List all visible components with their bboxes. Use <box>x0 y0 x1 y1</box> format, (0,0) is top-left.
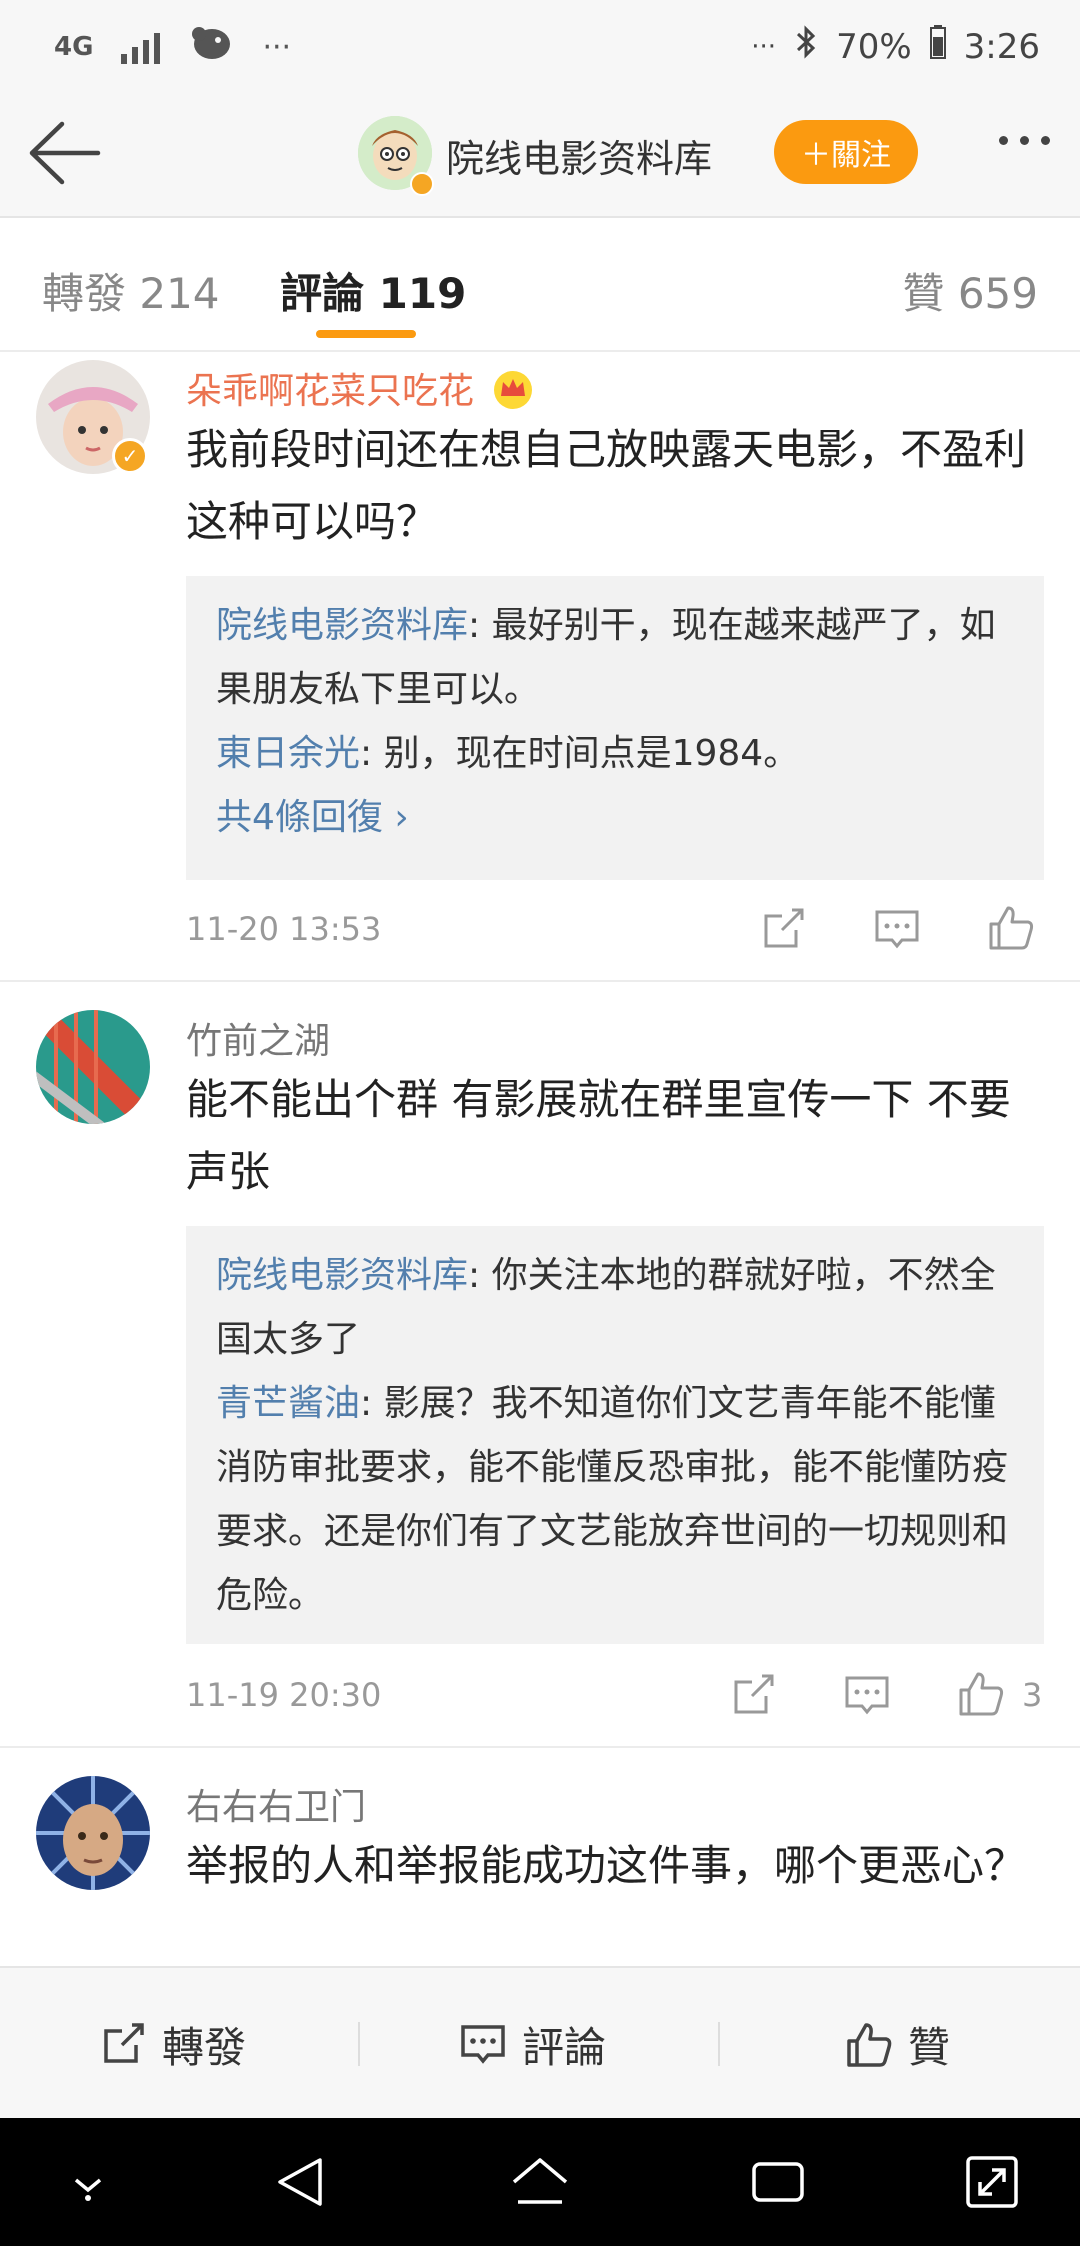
comment-button[interactable]: 評論 <box>458 2014 606 2074</box>
reply-username[interactable]: 院线电影资料库 <box>216 1255 468 1296</box>
thumbs-up-icon <box>989 906 1034 950</box>
comment-item: 右右右卫门 举报的人和举报能成功这件事，哪个更恶心？ <box>0 1748 1080 1966</box>
tab-reposts[interactable]: 轉發 214 <box>42 260 220 321</box>
app-notification-icon <box>188 24 234 70</box>
nav-home-button[interactable] <box>510 2152 570 2212</box>
reply-preview-box[interactable]: 院线电影资料库: 你关注本地的群就好啦，不然全国太多了 青芒酱油: 影展？我不知… <box>186 1226 1044 1644</box>
comment-icon <box>875 910 919 949</box>
back-arrow-icon <box>29 121 101 185</box>
reply-line: 院线电影资料库: 最好别干，现在越来越严了，如果朋友私下里可以。 <box>216 594 1014 722</box>
nav-recents-button[interactable] <box>748 2152 808 2212</box>
like-comment-button[interactable] <box>986 902 1036 952</box>
comment-icon <box>845 1676 889 1715</box>
verified-badge-icon: ✓ <box>112 438 148 474</box>
comment-username[interactable]: 右右右卫门 <box>186 1778 366 1830</box>
divider <box>358 2022 360 2066</box>
reply-username[interactable]: 院线电影资料库 <box>216 605 468 646</box>
battery-icon <box>929 25 946 68</box>
repost-comment-button[interactable] <box>758 904 808 954</box>
comment-username[interactable]: 朵乖啊花菜只吃花 <box>186 362 535 419</box>
tab-comments[interactable]: 評論 119 <box>280 260 466 321</box>
top-header: 院线电影资料库 ＋關注 <box>0 90 1080 218</box>
dot-icon <box>1020 136 1029 145</box>
dot-icon <box>999 136 1008 145</box>
expand-icon <box>966 2156 1018 2208</box>
divider <box>718 2022 720 2066</box>
user-avatar[interactable] <box>36 1010 150 1124</box>
clock: 3:26 <box>963 26 1040 67</box>
dot-icon <box>1041 136 1050 145</box>
tab-bar: 轉發 214 評論 119 贊 659 <box>0 218 1080 352</box>
reply-line: 青芒酱油: 影展？我不知道你们文艺青年能不能懂消防审批要求，能不能懂反恐审批，能… <box>216 1372 1014 1628</box>
chevron-down-icon <box>74 2178 102 2201</box>
thumbs-up-icon <box>959 1672 1004 1716</box>
comment-icon <box>461 2025 505 2064</box>
view-all-replies-link[interactable]: 共4條回復 › <box>216 786 1014 850</box>
home-icon <box>512 2158 568 2204</box>
reply-comment-button[interactable] <box>842 1670 892 1720</box>
comment-username[interactable]: 竹前之湖 <box>186 1012 330 1064</box>
like-comment-button[interactable] <box>956 1668 1006 1718</box>
comment-text: 能不能出个群 有影展就在群里宣传一下 不要声张 <box>186 1075 1011 1196</box>
reply-comment-button[interactable] <box>872 904 922 954</box>
more-notifications: ··· <box>262 29 292 65</box>
hide-nav-button[interactable] <box>58 2152 118 2212</box>
more-status: ··· <box>751 31 777 62</box>
back-button[interactable] <box>26 118 106 188</box>
reply-line: 東日余光: 别，现在时间点是1984。 <box>216 722 1014 786</box>
like-label: 贊 <box>908 2022 951 2072</box>
repost-button[interactable]: 轉發 <box>98 2014 246 2074</box>
status-bar: 4G ··· ··· 70% 3:26 <box>0 0 1080 90</box>
active-tab-indicator <box>316 330 416 338</box>
more-options-button[interactable] <box>999 136 1050 145</box>
signal-icon <box>121 30 161 64</box>
comment-item: ✓ 朵乖啊花菜只吃花 我前段时间还在想自己放映露天电影，不盈利这种可以吗？ 院线… <box>0 352 1080 982</box>
system-navigation-bar <box>0 2118 1080 2246</box>
reply-preview-box[interactable]: 院线电影资料库: 最好别干，现在越来越严了，如果朋友私下里可以。 東日余光: 别… <box>186 576 1044 880</box>
reply-username[interactable]: 東日余光 <box>216 733 360 774</box>
comment-username-text: 朵乖啊花菜只吃花 <box>186 371 475 412</box>
bottom-action-bar: 轉發 評論 贊 <box>0 1966 1080 2118</box>
comment-item: 竹前之湖 能不能出个群 有影展就在群里宣传一下 不要声张 院线电影资料库: 你关… <box>0 982 1080 1748</box>
reply-username[interactable]: 青芒酱油 <box>216 1383 360 1424</box>
account-title: 院线电影资料库 <box>446 137 713 181</box>
repost-label: 轉發 <box>162 2022 247 2072</box>
network-type: 4G <box>54 32 94 62</box>
back-triangle-icon <box>278 2158 322 2206</box>
nav-back-button[interactable] <box>272 2152 332 2212</box>
nav-expand-button[interactable] <box>962 2152 1022 2212</box>
vip-crown-icon <box>491 368 535 419</box>
repost-comment-button[interactable] <box>728 1670 778 1720</box>
thumbs-up-icon <box>847 2023 892 2067</box>
comment-text: 我前段时间还在想自己放映露天电影，不盈利这种可以吗？ <box>186 425 1027 546</box>
user-avatar[interactable] <box>36 1776 150 1890</box>
reply-line: 院线电影资料库: 你关注本地的群就好啦，不然全国太多了 <box>216 1244 1014 1372</box>
like-button[interactable]: 贊 <box>844 2014 950 2074</box>
comment-text: 举报的人和举报能成功这件事，哪个更恶心？ <box>186 1841 1027 1890</box>
comment-label: 評論 <box>522 2022 607 2072</box>
like-count: 3 <box>1022 1676 1043 1714</box>
comment-time: 11-19 20:30 <box>186 1676 382 1714</box>
follow-button[interactable]: ＋關注 <box>774 120 918 184</box>
share-icon <box>764 908 804 948</box>
verified-badge-icon <box>410 172 434 196</box>
share-icon <box>104 2023 144 2063</box>
recents-icon <box>752 2162 804 2202</box>
bluetooth-icon <box>794 24 818 69</box>
battery-percent: 70% <box>836 26 912 67</box>
tab-likes[interactable]: 贊 659 <box>902 260 1038 321</box>
comment-time: 11-20 13:53 <box>186 910 382 948</box>
share-icon <box>734 1674 774 1714</box>
reply-text: : 别，现在时间点是1984。 <box>360 733 800 774</box>
